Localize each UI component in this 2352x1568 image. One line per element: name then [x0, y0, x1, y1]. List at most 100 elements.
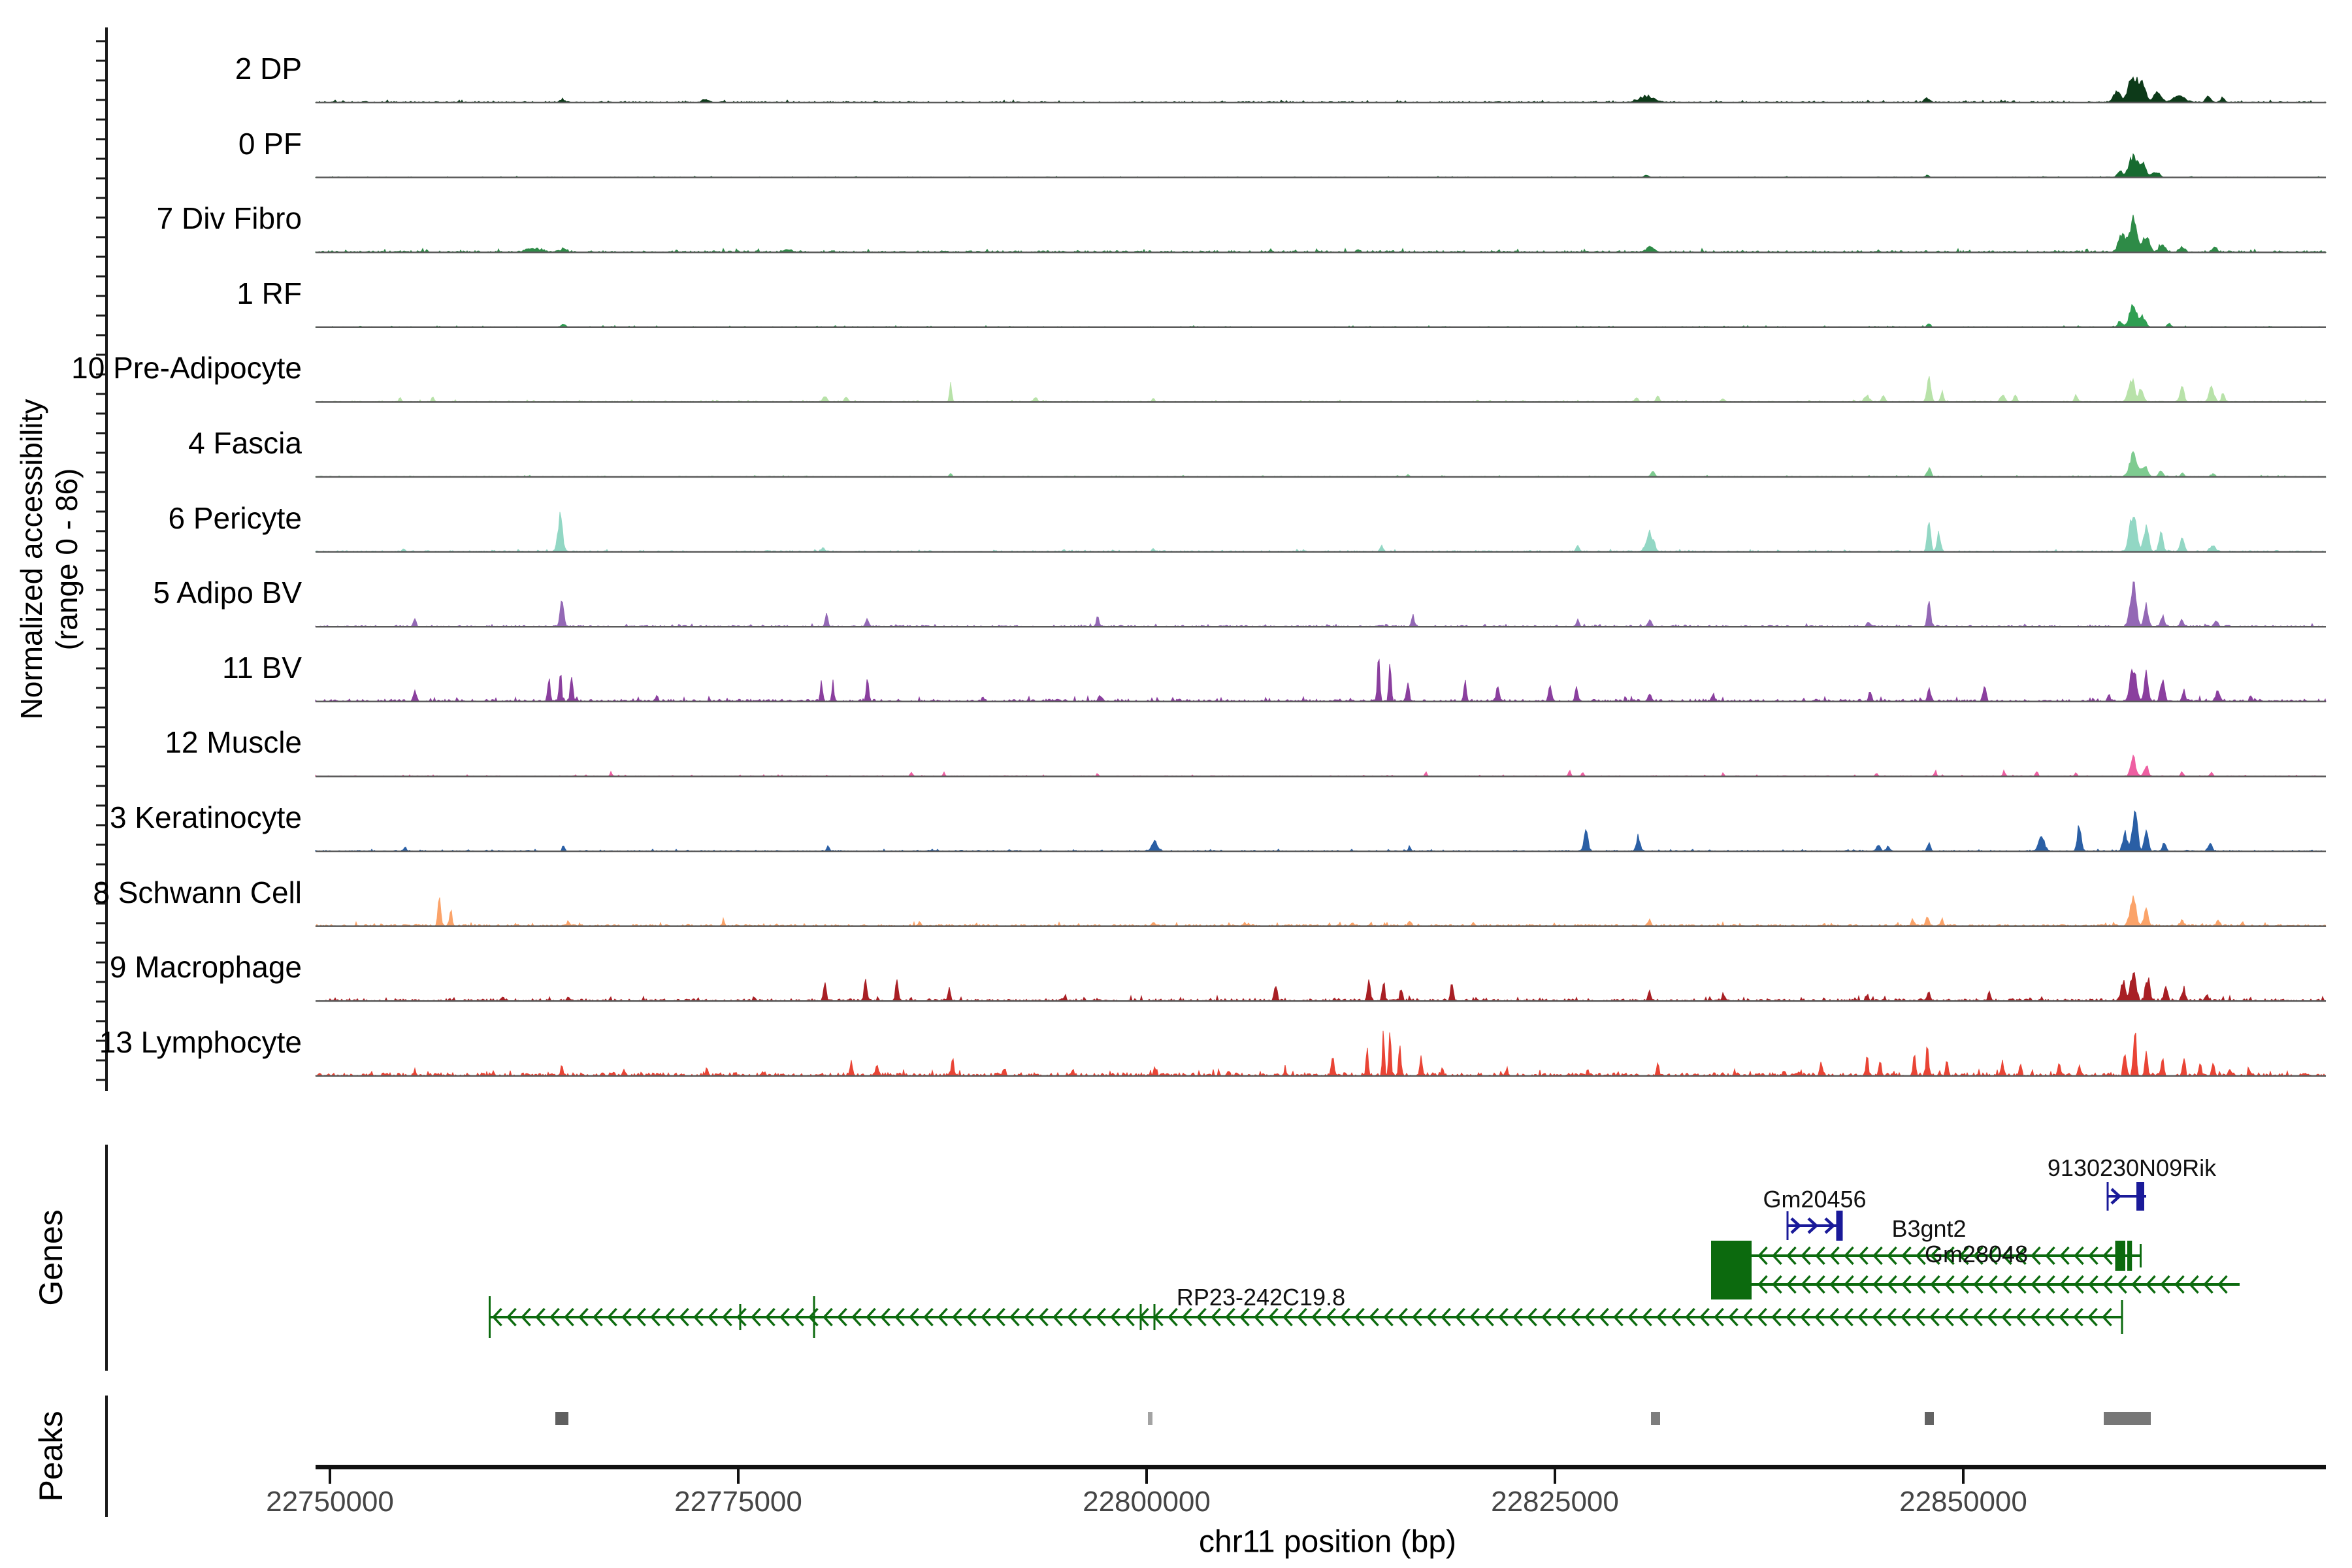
track-signal-1-rf [316, 304, 2326, 327]
y-axis-tick [96, 629, 105, 630]
gene-exon-box-B3gnt2 [1711, 1241, 1752, 1271]
track-signal-6-pericyte [316, 512, 2326, 552]
track-1-rf [316, 304, 2326, 327]
gene-exon-tick-RP23-242C19.8 [740, 1304, 742, 1330]
y-axis-tick [96, 41, 105, 42]
track-signal-12-muscle [316, 755, 2326, 776]
track-7-div-fibro [316, 215, 2326, 252]
gene-exon-tick-RP23-242C19.8 [489, 1296, 491, 1338]
y-axis-tick [96, 550, 105, 552]
y-axis-tick [96, 178, 105, 180]
track-label-10-pre-adipocyte: 10 Pre-Adipocyte [0, 350, 302, 386]
track-label-12-muscle: 12 Muscle [0, 724, 302, 760]
y-axis-tick [96, 335, 105, 336]
track-12-muscle [316, 755, 2326, 776]
track-label-1-rf: 1 RF [0, 275, 302, 312]
gene-exon-box-B3gnt2-transcript-2 [1711, 1269, 1752, 1299]
y-axis-tick [96, 119, 105, 121]
gene-exon-tick-RP23-242C19.8 [1140, 1304, 1142, 1330]
gene-label-Gm20456: Gm20456 [1763, 1185, 1866, 1214]
peak-box [2104, 1412, 2151, 1425]
track-label-2-dp: 2 DP [0, 50, 302, 87]
genes-bracket [105, 1145, 108, 1371]
y-axis-tick [96, 766, 105, 768]
peaks-row [555, 1412, 2151, 1425]
gene-exon-box-B3gnt2 [2127, 1241, 2132, 1271]
peaks-bracket [105, 1396, 108, 1517]
track-2-dp [316, 77, 2326, 103]
track-8-schwann-cell [316, 896, 2326, 926]
gene-exon-box-B3gnt2 [2115, 1241, 2126, 1271]
gene-label-9130230N09Rik: 9130230N09Rik [2048, 1154, 2216, 1183]
track-signal-3-keratinocyte [316, 811, 2326, 851]
figure: Normalized accessibility (range 0 - 86) … [0, 0, 2352, 1568]
track-signal-0-pf [316, 154, 2326, 178]
y-axis-tick [96, 1079, 105, 1081]
track-label-8-schwann-cell: 8 Schwann Cell [0, 874, 302, 911]
track-5-adipo-bv [316, 582, 2326, 627]
track-3-keratinocyte [316, 811, 2326, 851]
gene-exon-tick-Gm20456 [1787, 1211, 1789, 1240]
y-axis-tick [96, 864, 105, 866]
gene-label-RP23-242C19.8: RP23-242C19.8 [1177, 1283, 1345, 1312]
y-axis-tick [96, 393, 105, 395]
y-axis-tick [96, 942, 105, 944]
track-signal-10-pre-adipocyte [316, 376, 2326, 402]
y-axis-tick [96, 785, 105, 787]
peak-box [1651, 1412, 1660, 1425]
gene-exon-box-9130230N09Rik [2136, 1182, 2144, 1211]
y-axis-tick [96, 491, 105, 493]
genome-browser-chart [0, 0, 2352, 1568]
x-axis-tick [1962, 1469, 1965, 1484]
gene-exon-tick-RP23-242C19.8 [2121, 1300, 2123, 1334]
gene-row-9130230N09Rik [2107, 1182, 2147, 1211]
gene-row-B3gnt2-transcript-2 [1711, 1269, 2240, 1299]
x-axis-title: chr11 position (bp) [1199, 1524, 1456, 1560]
track-signal-11-bv [316, 660, 2326, 702]
x-tick-label-22800000: 22800000 [1003, 1484, 1290, 1520]
track-signal-7-div-fibro [316, 215, 2326, 252]
y-axis-title-line2: (range 0 - 86) [49, 468, 84, 651]
track-6-pericyte [316, 512, 2326, 552]
y-axis-tick [96, 923, 105, 924]
track-label-9-macrophage: 9 Macrophage [0, 949, 302, 985]
track-signal-2-dp [316, 77, 2326, 103]
track-0-pf [316, 154, 2326, 178]
x-tick-label-22850000: 22850000 [1820, 1484, 2107, 1520]
y-axis-tick [96, 99, 105, 101]
track-label-13-lymphocyte: 13 Lymphocyte [0, 1024, 302, 1060]
track-label-3-keratinocyte: 3 Keratinocyte [0, 799, 302, 836]
peak-box [1925, 1412, 1934, 1425]
gene-exon-box-Gm20456 [1837, 1211, 1843, 1241]
y-axis-tick [96, 315, 105, 317]
x-axis [316, 1465, 2326, 1484]
gene-row-Gm20456 [1787, 1211, 1843, 1241]
y-axis [96, 27, 108, 1091]
y-axis-tick [96, 707, 105, 709]
y-axis-tick [96, 256, 105, 258]
x-axis-tick [329, 1469, 331, 1484]
track-label-5-adipo-bv: 5 Adipo BV [0, 574, 302, 611]
x-tick-label-22825000: 22825000 [1411, 1484, 1699, 1520]
x-axis-line [316, 1465, 2326, 1469]
gene-label-B3gnt2: B3gnt2 [1891, 1215, 1966, 1243]
track-10-pre-adipocyte [316, 376, 2326, 402]
track-label-6-pericyte: 6 Pericyte [0, 500, 302, 536]
y-axis-tick [96, 413, 105, 415]
y-axis-tick [96, 844, 105, 846]
x-axis-tick [737, 1469, 740, 1484]
gene-label-Gm28048: Gm28048 [1925, 1240, 2028, 1269]
track-label-4-fascia: 4 Fascia [0, 425, 302, 461]
peak-box [555, 1412, 568, 1425]
genes-section-label: Genes [32, 1209, 70, 1305]
gene-exon-tick-B3gnt2 [2140, 1244, 2142, 1267]
x-tick-label-22750000: 22750000 [186, 1484, 474, 1520]
track-label-0-pf: 0 PF [0, 125, 302, 162]
y-axis-line [105, 27, 108, 1091]
track-9-macrophage [316, 973, 2326, 1002]
peak-box [1148, 1412, 1152, 1425]
y-axis-tick [96, 687, 105, 689]
track-13-lymphocyte [316, 1031, 2326, 1076]
y-axis-tick [96, 1021, 105, 1022]
track-11-bv [316, 660, 2326, 702]
